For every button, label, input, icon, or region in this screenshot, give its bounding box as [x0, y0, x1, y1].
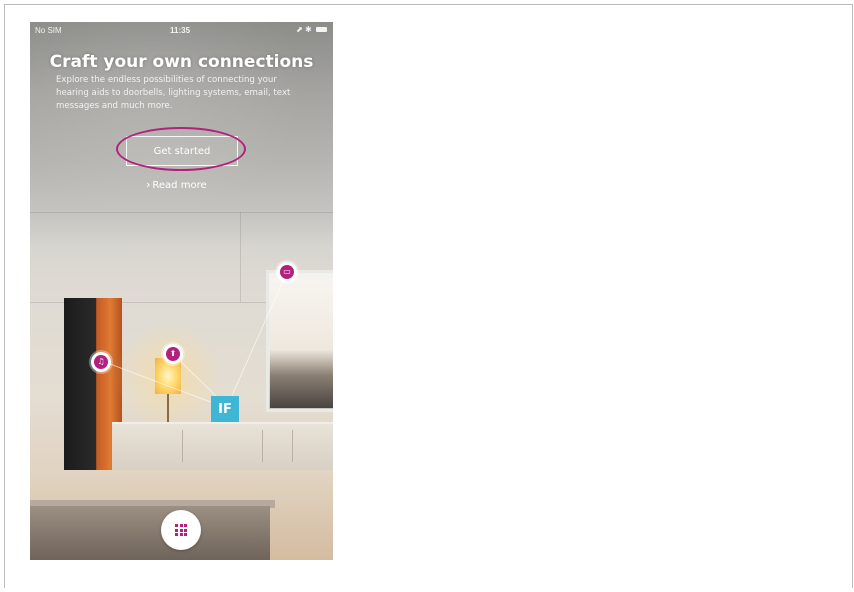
- page-title: Craft your own connections: [49, 52, 314, 72]
- menu-button[interactable]: [161, 510, 201, 550]
- bluetooth-icon: ⬈ ✱: [296, 25, 312, 34]
- music-note-icon: ♫: [94, 355, 108, 369]
- carrier-label: No SIM: [35, 26, 62, 35]
- highlight-annotation: [116, 127, 246, 171]
- tv-node[interactable]: ▭: [277, 262, 297, 282]
- music-node[interactable]: ♫: [91, 352, 111, 372]
- if-badge[interactable]: IF: [211, 396, 239, 422]
- tv-icon: ▭: [280, 265, 294, 279]
- page-description: Explore the endless possibilities of con…: [56, 75, 291, 111]
- status-bar: No SIM 11:35 ⬈ ✱: [30, 22, 333, 38]
- clock: 11:35: [170, 26, 191, 35]
- chevron-right-icon: ›: [146, 178, 151, 191]
- status-icons: ⬈ ✱: [296, 25, 327, 34]
- phone-screen: No SIM 11:35 ⬈ ✱ Craft your own connecti…: [30, 22, 333, 560]
- upload-arrow-icon: ⬆: [166, 347, 180, 361]
- read-more-label: Read more: [152, 180, 207, 191]
- lamp-node[interactable]: ⬆: [163, 344, 183, 364]
- grid-icon: [175, 524, 187, 536]
- read-more-link[interactable]: › Read more: [146, 178, 207, 191]
- battery-icon: [316, 27, 327, 33]
